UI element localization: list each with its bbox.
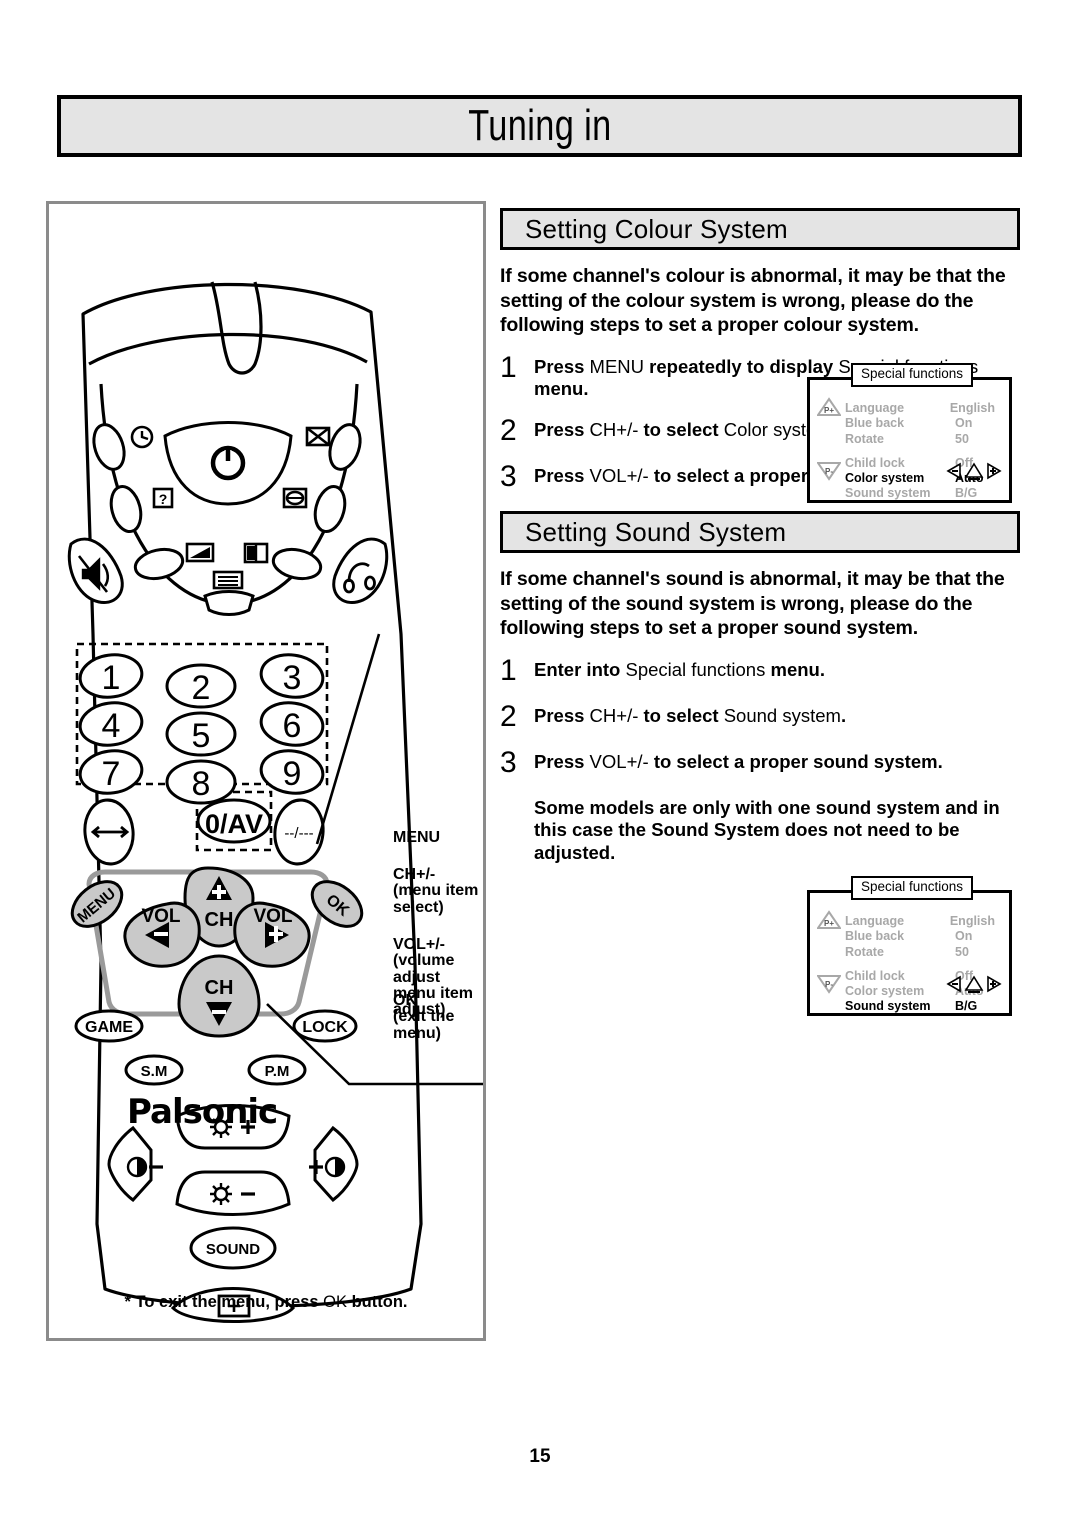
svg-text:4: 4 [102,707,121,745]
osd-row: Blue back On [845,416,995,431]
svg-text:P.M: P.M [265,1063,290,1080]
page-title-bar: Tuning in [57,95,1022,157]
osd-row-gap [845,960,995,969]
step-text: Enter into Special functions menu. [534,658,825,680]
osd-preview-colour: Special functions P+ P- Language English B… [807,363,1012,503]
svg-text:6: 6 [283,707,302,745]
step-number: 1 [500,350,517,384]
osd-rows: Language English Blue back On Rotate 50 Child … [845,401,995,502]
svg-text:P-: P- [825,980,833,989]
osd-row-label: Language [845,914,905,928]
osd-row: Rotate 50 [845,945,995,960]
svg-text:3: 3 [283,659,302,697]
step-item: 2 Press CH+/- to select Sound system. [500,699,1020,733]
svg-text:P+: P+ [824,919,834,928]
osd-title: Special functions [851,876,974,900]
svg-text:VOL: VOL [253,906,292,927]
osd-row-gap [845,447,995,456]
osd-row: Language English [845,914,995,929]
svg-text:CH: CH [205,909,234,931]
osd-row-label: Language [845,401,905,415]
callout-ch: CH+/- (menu item select) [393,866,479,916]
svg-text:9: 9 [283,755,302,793]
callout-menu: MENU [393,829,441,846]
osd-row-label: Blue back [845,416,905,431]
osd-row-label: Color system [845,471,925,485]
osd-row-label: Sound system [845,486,931,501]
osd-row-label: Rotate [845,944,884,959]
svg-text:VOL: VOL [141,906,180,927]
osd-row-value: 50 [955,944,969,959]
svg-text:SOUND: SOUND [206,1241,260,1258]
osd-row-label: Color system [845,984,925,998]
svg-text:LOCK: LOCK [302,1019,348,1036]
svg-text:0/AV: 0/AV [205,809,263,839]
osd-row-label: Child lock [845,968,905,983]
step-number: 2 [500,414,517,448]
osd-row-label: Sound system [845,999,931,1014]
osd-row-value: English [949,914,995,928]
svg-text:S.M: S.M [141,1063,168,1080]
osd-adjust-arrows [946,974,1002,999]
osd-row-value: B/G [955,999,978,1014]
svg-text:GAME: GAME [85,1019,133,1036]
osd-row: Blue back On [845,929,995,944]
section-heading-sound: Setting Sound System [500,511,1020,554]
step-number: 3 [500,460,517,494]
colour-intro-text: If some channel's colour is abnormal, it… [500,265,1006,337]
osd-row-label: Rotate [845,431,884,446]
instructions-column: Setting Colour System If some channel's … [500,208,1020,1016]
svg-text:5: 5 [192,717,211,755]
svg-text:CH: CH [205,977,234,999]
p-down-icon: P- [816,974,842,999]
callout-ok: OK (exit the menu) [393,992,455,1042]
osd-row-value: 50 [955,431,969,446]
osd-title: Special functions [851,363,974,387]
osd-row-value: On [955,929,973,944]
osd-row-label: Blue back [845,929,905,944]
page-title: Tuning in [467,101,612,150]
svg-text:1: 1 [102,659,121,697]
p-down-icon: P- [816,461,842,486]
step-item: 1 Enter into Special functions menu. [500,653,1020,687]
step-text: Press VOL+/- to select a proper sound sy… [534,750,943,772]
step-item: 3 Press VOL+/- to select a proper sound s… [500,745,1020,779]
exit-menu-note: * To exit the menu, press OK button. [124,1293,408,1311]
osd-row-label: Child lock [845,455,905,470]
section-heading-colour: Setting Colour System [500,208,1020,250]
p-up-icon: P+ [816,397,842,422]
osd-row-value: B/G [955,486,978,501]
sound-intro-text: If some channel's sound is abnormal, it … [500,568,1005,640]
osd-row: Sound system B/G [845,486,995,501]
p-up-icon: P+ [816,910,842,935]
step-number: 3 [500,745,517,779]
remote-control-drawing: ? 1 2 3 4 5 6 7 8 9 0/AV --/--- CH CH VO… [67,281,483,1323]
osd-adjust-arrows [946,461,1002,486]
step-number: 2 [500,699,517,733]
page-number: 15 [529,1446,551,1467]
osd-row-value: On [955,416,973,431]
svg-text:8: 8 [192,765,211,803]
step-text: Press CH+/- to select Color system. [534,419,837,441]
step-number: 1 [500,653,517,687]
exit-note-key: OK [323,1293,348,1311]
remote-illustration-panel: ? 1 2 3 4 5 6 7 8 9 0/AV --/--- CH CH VO… [46,201,486,1341]
osd-row: Sound system B/G [845,999,995,1014]
osd-row: Rotate 50 [845,432,995,447]
svg-text:?: ? [159,491,168,507]
svg-text:P-: P- [825,467,833,476]
svg-text:P+: P+ [824,406,834,415]
osd-row-value: English [949,401,995,415]
osd-row: Language English [845,401,995,416]
osd-preview-sound: Special functions P+ P- Language English B… [807,876,1012,1016]
sound-models-note: Some models are only with one sound syst… [534,796,1000,863]
step-text: Press CH+/- to select Sound system. [534,704,847,726]
osd-rows: Language English Blue back On Rotate 50 Child … [845,914,995,1015]
svg-text:7: 7 [102,755,121,793]
svg-text:2: 2 [192,669,211,707]
svg-text:--/---: --/--- [284,825,313,842]
brand-logo: Palsonic [127,1092,278,1132]
sound-steps-list: 1 Enter into Special functions menu. 2 Pres… [500,653,1020,779]
